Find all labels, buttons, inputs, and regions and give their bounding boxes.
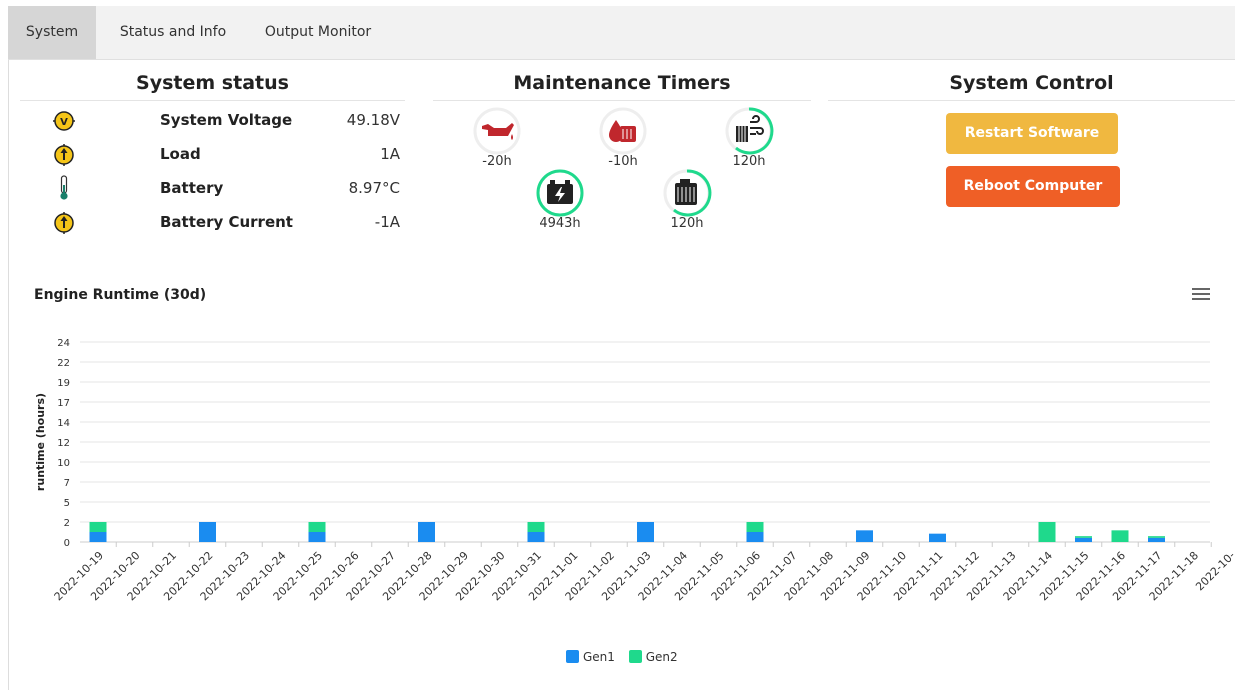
bar-gen1-2022-11-15 xyxy=(1075,537,1092,542)
y-tick-label: 0 xyxy=(64,538,70,549)
legend-swatch-gen1 xyxy=(566,650,579,663)
bar-gen1-2022-10-28 xyxy=(418,522,435,542)
battery-label: Battery xyxy=(160,179,224,197)
chart-menu-icon[interactable] xyxy=(1192,288,1210,302)
y-tick-label: 2 xyxy=(64,518,70,529)
system-control-title: System Control xyxy=(949,72,1114,94)
y-tick-label: 24 xyxy=(57,338,70,349)
bar-gen1-2022-11-11 xyxy=(929,533,946,542)
timer-air-filter[interactable]: 120h xyxy=(724,106,774,170)
tab-output-monitor[interactable]: Output Monitor xyxy=(253,6,383,59)
system-control-divider xyxy=(828,100,1235,101)
bar-gen2-2022-10-19 xyxy=(89,522,107,532)
system-status-divider xyxy=(20,100,405,101)
x-tick-label: 2022-10- xyxy=(1193,549,1235,594)
bar-gen1-2022-10-25 xyxy=(308,532,326,542)
legend-item-gen1[interactable]: Gen1 xyxy=(566,650,615,664)
engine-runtime-chart: 0 2 5 7 10 12 14 17 19 22 24 runtime (hours) 2022-10… xyxy=(34,338,1235,603)
status-row-load: Load 1A xyxy=(20,141,405,171)
y-tick-label: 10 xyxy=(57,458,70,469)
thermometer-icon xyxy=(60,175,68,200)
legend-swatch-gen2 xyxy=(628,650,642,663)
y-axis-label: runtime (hours) xyxy=(34,393,47,491)
fuel-filter-icon xyxy=(663,169,712,217)
y-tick-label: 7 xyxy=(64,478,70,489)
restart-software-button[interactable]: Restart Software xyxy=(946,113,1118,154)
y-tick-label: 12 xyxy=(57,438,70,449)
bar-gen2-2022-11-16 xyxy=(1111,530,1129,542)
bar-gen2-2022-11-15 xyxy=(1075,536,1092,538)
battery-current-label: Battery Current xyxy=(160,213,293,231)
bar-gen2-2022-11-17 xyxy=(1148,536,1165,538)
voltage-gauge-icon: V xyxy=(53,111,75,131)
chart-title: Engine Runtime (30d) xyxy=(34,287,207,303)
system-voltage-value: 49.18V xyxy=(346,111,400,129)
load-label: Load xyxy=(160,145,201,163)
coolant-drop-icon xyxy=(599,107,647,155)
y-tick-label: 5 xyxy=(64,498,70,509)
load-value: 1A xyxy=(380,145,400,163)
bar-gen2-2022-10-25 xyxy=(308,522,326,532)
status-row-system-voltage: V System Voltage 49.18V xyxy=(20,107,405,137)
y-tick-label: 14 xyxy=(57,418,70,429)
tab-status-and-info[interactable]: Status and Info xyxy=(108,6,238,59)
timer-fuel-filter-value: 120h xyxy=(670,216,704,231)
system-voltage-label: System Voltage xyxy=(160,111,293,129)
timer-coolant[interactable]: -10h xyxy=(598,106,648,170)
bar-gen2-2022-11-06 xyxy=(746,522,764,532)
status-row-battery-current: Battery Current -1A xyxy=(20,209,405,239)
current-arrow-icon xyxy=(54,212,74,234)
oil-can-icon xyxy=(473,107,521,155)
status-row-battery-temperature: Battery 8.97°C xyxy=(20,175,405,205)
bar-gen1-2022-10-22 xyxy=(199,522,216,542)
timer-battery[interactable]: 4943h xyxy=(535,168,585,232)
bar-gen1-2022-10-31 xyxy=(527,532,545,542)
legend-label-gen2: Gen2 xyxy=(645,650,678,664)
y-tick-label: 22 xyxy=(57,358,70,369)
maintenance-timers-divider xyxy=(433,100,811,101)
timer-coolant-value: -10h xyxy=(608,154,638,169)
chart-legend: Gen1 Gen2 xyxy=(566,650,688,668)
bar-gen1-2022-10-19 xyxy=(89,532,107,542)
maintenance-timers-title: Maintenance Timers xyxy=(513,72,731,94)
system-status-title: System status xyxy=(136,72,289,94)
legend-item-gen2[interactable]: Gen2 xyxy=(628,650,678,664)
air-filter-icon xyxy=(725,107,774,155)
bar-gen2-2022-11-14 xyxy=(1038,522,1056,542)
timer-air-filter-value: 120h xyxy=(732,154,766,169)
timer-oil-value: -20h xyxy=(482,154,512,169)
timer-oil[interactable]: -20h xyxy=(472,106,522,170)
y-tick-label: 17 xyxy=(57,398,70,409)
bar-gen2-2022-10-31 xyxy=(527,522,545,532)
bar-gen1-2022-11-06 xyxy=(746,532,764,542)
bar-gen1-2022-11-17 xyxy=(1148,537,1165,542)
timer-fuel-filter[interactable]: 120h xyxy=(662,168,712,232)
tab-system[interactable]: System xyxy=(8,6,96,59)
current-arrow-icon xyxy=(54,144,74,166)
y-tick-label: 19 xyxy=(57,378,70,389)
timer-battery-value: 4943h xyxy=(539,216,581,231)
battery-value: 8.97°C xyxy=(348,179,400,197)
tab-bar: System Status and Info Output Monitor xyxy=(8,6,1235,60)
battery-icon xyxy=(536,169,584,217)
reboot-computer-button[interactable]: Reboot Computer xyxy=(946,166,1120,207)
battery-current-value: -1A xyxy=(374,213,400,231)
svg-text:V: V xyxy=(60,117,68,128)
legend-label-gen1: Gen1 xyxy=(583,650,615,664)
bar-gen1-2022-11-03 xyxy=(637,522,654,542)
bar-gen1-2022-11-09 xyxy=(856,530,873,542)
